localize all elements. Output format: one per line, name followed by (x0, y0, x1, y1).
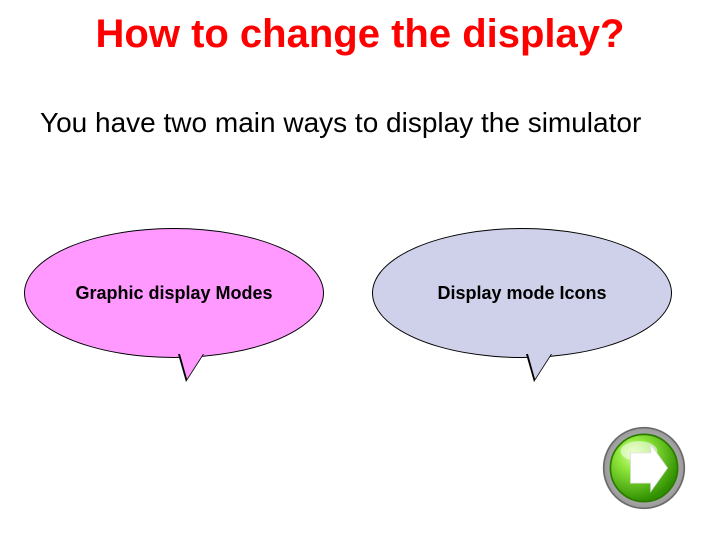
slide-body-text: You have two main ways to display the si… (40, 105, 678, 140)
option-display-mode-icons[interactable]: Display mode Icons (372, 228, 672, 358)
slide: How to change the display? You have two … (0, 0, 720, 540)
option-label: Graphic display Modes (75, 283, 272, 304)
callout-tail-right (526, 354, 552, 382)
next-arrow-icon (602, 426, 686, 510)
option-label: Display mode Icons (437, 283, 606, 304)
next-button[interactable] (602, 426, 686, 510)
callout-tail-left (178, 354, 204, 382)
slide-title: How to change the display? (0, 12, 720, 57)
option-graphic-display-modes[interactable]: Graphic display Modes (24, 228, 324, 358)
